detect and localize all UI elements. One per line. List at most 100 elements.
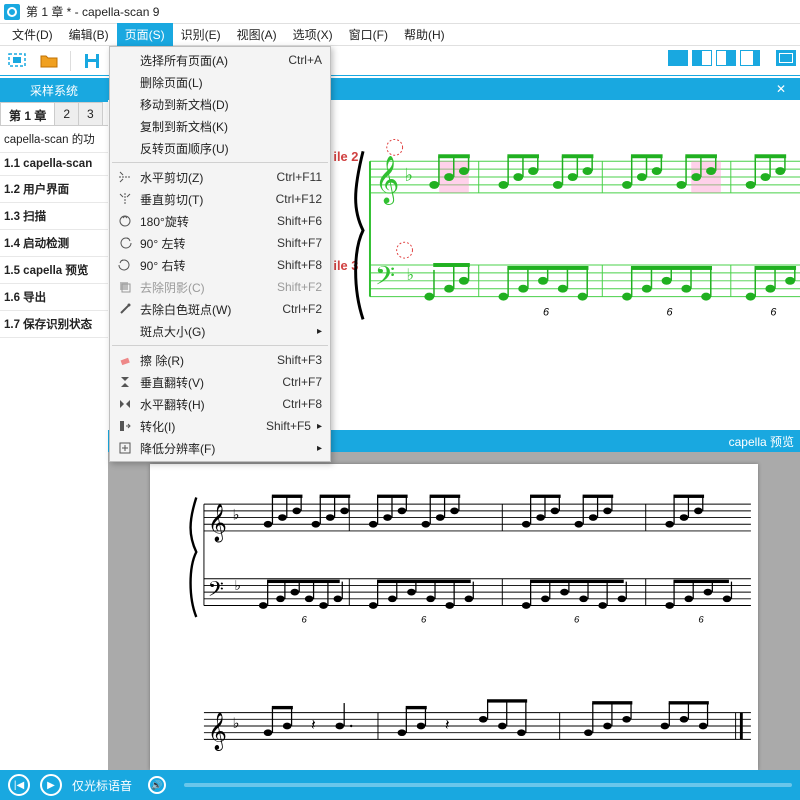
menu-item-label: 擦 除(R): [136, 352, 277, 369]
layout-switcher: [668, 50, 796, 66]
staff-label-2: ile 2: [333, 149, 358, 164]
vcut-icon: [114, 192, 136, 206]
lowres-icon: [114, 441, 136, 455]
menu-help[interactable]: 帮助(H): [396, 23, 453, 46]
menu-item[interactable]: 水平剪切(Z)Ctrl+F11: [110, 166, 330, 188]
menu-item: 去除阴影(C)Shift+F2: [110, 276, 330, 298]
menu-item[interactable]: 去除白色斑点(W)Ctrl+F2: [110, 298, 330, 320]
menu-item[interactable]: 删除页面(L): [110, 71, 330, 93]
svg-text:♭: ♭: [407, 267, 414, 284]
sampling-header: 采样系统: [0, 78, 108, 102]
layout-4[interactable]: [740, 50, 760, 66]
preview-header-label: capella 预览: [729, 433, 794, 450]
chapter-tabs: 第 1 章 2 3: [0, 102, 108, 126]
open-icon[interactable]: [38, 50, 60, 72]
menu-item[interactable]: 移动到新文档(D): [110, 93, 330, 115]
close-icon[interactable]: ✕: [772, 80, 790, 98]
menu-item-shortcut: Shift+F2: [277, 280, 322, 294]
svg-text:𝄞: 𝄞: [375, 155, 400, 205]
menu-item-label: 垂直剪切(T): [136, 191, 276, 208]
svg-text:𝄢: 𝄢: [207, 578, 223, 606]
flipv-icon: [114, 375, 136, 389]
menu-item[interactable]: 降低分辨率(F): [110, 437, 330, 459]
shadow-icon: [114, 280, 136, 294]
menu-item-shortcut: Shift+F6: [277, 214, 322, 228]
menu-item-label: 水平翻转(H): [136, 396, 282, 413]
progress-bar[interactable]: [184, 783, 792, 787]
section-tree: capella-scan 的功 1.1 capella-scan 1.2 用户界…: [0, 126, 108, 338]
menu-item[interactable]: 90° 右转Shift+F8: [110, 254, 330, 276]
conv-icon: [114, 419, 136, 433]
save-icon[interactable]: [81, 50, 103, 72]
tuplet-6a: 6: [543, 306, 550, 318]
volume-icon[interactable]: 🔊: [148, 776, 166, 794]
menu-item-shortcut: Shift+F8: [277, 258, 322, 272]
tab-chapter-1[interactable]: 第 1 章: [0, 102, 55, 125]
tree-item[interactable]: 1.6 导出: [0, 284, 108, 311]
tree-item[interactable]: 1.2 用户界面: [0, 176, 108, 203]
menu-item-shortcut: Ctrl+F8: [282, 397, 322, 411]
playback-mode-label: 仅光标语音: [72, 777, 132, 794]
layout-3[interactable]: [716, 50, 736, 66]
page-menu-dropdown: 选择所有页面(A)Ctrl+A 删除页面(L) 移动到新文档(D) 复制到新文档(K)…: [109, 46, 331, 462]
menu-item-shortcut: Ctrl+F11: [277, 170, 322, 184]
menu-item[interactable]: 90° 左转Shift+F7: [110, 232, 330, 254]
svg-text:𝄞: 𝄞: [207, 712, 226, 751]
menu-options[interactable]: 选项(X): [285, 23, 341, 46]
svg-text:𝄽: 𝄽: [444, 717, 449, 734]
play-button[interactable]: ▶: [40, 774, 62, 796]
menu-page[interactable]: 页面(S): [117, 23, 173, 46]
tree-item[interactable]: 1.3 扫描: [0, 203, 108, 230]
eraser-icon: [114, 353, 136, 367]
menu-view[interactable]: 视图(A): [229, 23, 285, 46]
tab-3[interactable]: 3: [78, 102, 103, 125]
menu-item-label: 复制到新文档(K): [136, 118, 322, 135]
tree-item[interactable]: 1.5 capella 预览: [0, 257, 108, 284]
svg-text:♭: ♭: [232, 507, 239, 523]
menu-item[interactable]: 水平翻转(H)Ctrl+F8: [110, 393, 330, 415]
tree-item[interactable]: 1.7 保存识别状态: [0, 311, 108, 338]
menu-item-shortcut: Ctrl+F2: [282, 302, 322, 316]
menu-edit[interactable]: 编辑(B): [61, 23, 117, 46]
menu-item[interactable]: 斑点大小(G): [110, 320, 330, 342]
scan-icon[interactable]: [6, 50, 28, 72]
tree-item[interactable]: 1.4 启动检测: [0, 230, 108, 257]
tab-2[interactable]: 2: [54, 102, 79, 125]
tree-item[interactable]: capella-scan 的功: [0, 126, 108, 153]
menu-item[interactable]: 擦 除(R)Shift+F3: [110, 349, 330, 371]
layout-2[interactable]: [692, 50, 712, 66]
menu-item[interactable]: 垂直剪切(T)Ctrl+F12: [110, 188, 330, 210]
rotl-icon: [114, 236, 136, 250]
menu-item-label: 转化(I): [136, 418, 266, 435]
menu-window[interactable]: 窗口(F): [341, 23, 396, 46]
left-panel: 采样系统 第 1 章 2 3 capella-scan 的功 1.1 capel…: [0, 78, 108, 770]
tuplet-p4: 6: [698, 615, 704, 626]
menu-item-label: 选择所有页面(A): [136, 52, 288, 69]
menu-item[interactable]: 选择所有页面(A)Ctrl+A: [110, 49, 330, 71]
layout-save[interactable]: [776, 50, 796, 66]
tuplet-6b: 6: [667, 306, 674, 318]
menu-file[interactable]: 文件(D): [4, 23, 61, 46]
menu-item-shortcut: Shift+F7: [277, 236, 322, 250]
layout-1[interactable]: [668, 50, 688, 66]
tree-item[interactable]: 1.1 capella-scan: [0, 153, 108, 176]
wand-icon: [114, 302, 136, 316]
menu-item[interactable]: 垂直翻转(V)Ctrl+F7: [110, 371, 330, 393]
menu-item-label: 删除页面(L): [136, 74, 322, 91]
svg-text:𝄞: 𝄞: [207, 504, 226, 543]
menu-item[interactable]: 转化(I)Shift+F5: [110, 415, 330, 437]
menu-item-label: 垂直翻转(V): [136, 374, 282, 391]
menu-item-label: 移动到新文档(D): [136, 96, 322, 113]
app-icon: [4, 4, 20, 20]
skip-back-button[interactable]: |◀: [8, 774, 30, 796]
menu-item-label: 90° 右转: [136, 257, 277, 274]
menu-item[interactable]: 复制到新文档(K): [110, 115, 330, 137]
menu-recognize[interactable]: 识别(E): [173, 23, 229, 46]
menu-item[interactable]: 180°旋转Shift+F6: [110, 210, 330, 232]
svg-text:♭: ♭: [234, 578, 240, 593]
preview-area[interactable]: 𝄞♭: [108, 452, 800, 770]
menu-item-label: 180°旋转: [136, 213, 277, 230]
menu-item-label: 反转页面顺序(U): [136, 140, 322, 157]
menu-item[interactable]: 反转页面顺序(U): [110, 137, 330, 159]
window-title: 第 1 章 * - capella-scan 9: [26, 3, 159, 20]
